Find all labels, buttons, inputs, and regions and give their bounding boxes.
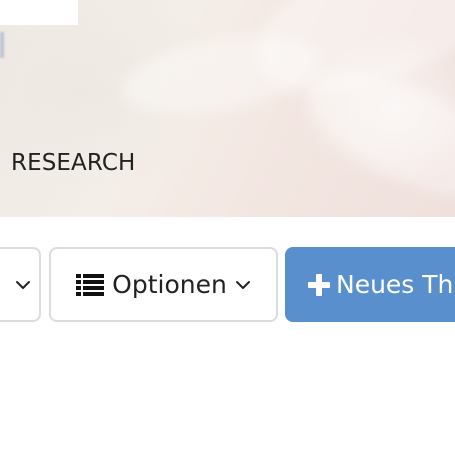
chevron-down-icon bbox=[235, 280, 251, 290]
options-label: Optionen bbox=[112, 270, 227, 299]
plus-icon bbox=[308, 273, 330, 296]
page: RESEARCH Optionen Neues Th bbox=[0, 0, 455, 455]
dropdown-button[interactable] bbox=[0, 247, 41, 322]
hero-banner: RESEARCH bbox=[0, 0, 455, 217]
new-topic-button[interactable]: Neues Th bbox=[285, 247, 455, 322]
logo-area[interactable] bbox=[0, 0, 78, 25]
hero-accent bbox=[0, 32, 4, 58]
hero-subtitle: RESEARCH bbox=[11, 150, 136, 176]
list-icon bbox=[76, 273, 105, 297]
options-button[interactable]: Optionen bbox=[49, 247, 278, 322]
new-topic-label: Neues Th bbox=[336, 270, 454, 299]
chevron-down-icon bbox=[15, 280, 31, 290]
